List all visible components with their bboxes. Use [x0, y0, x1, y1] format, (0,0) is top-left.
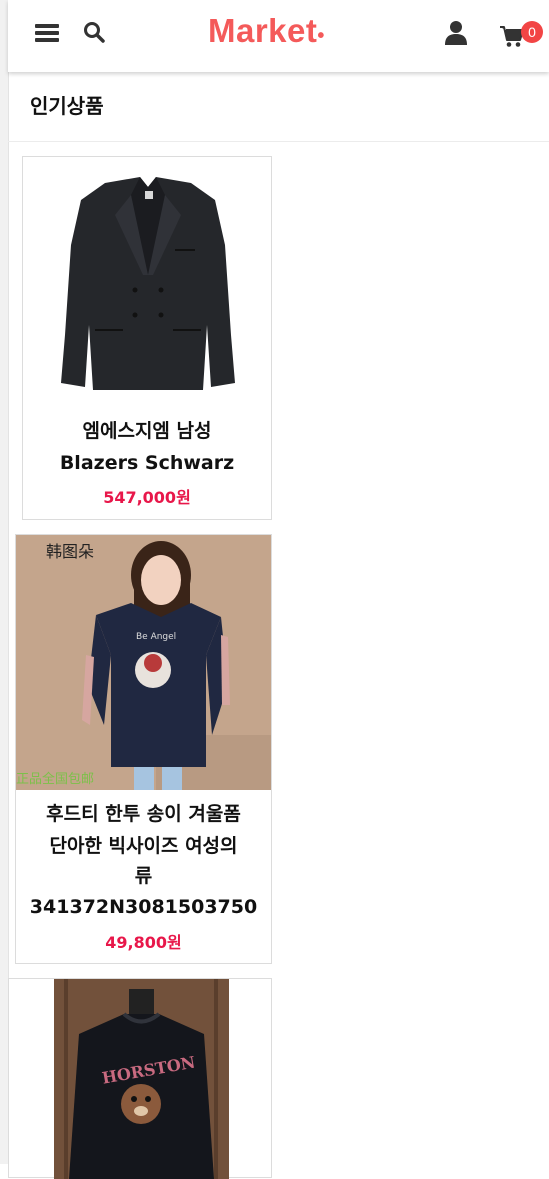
- section-divider: [8, 141, 549, 142]
- user-icon[interactable]: [444, 20, 468, 46]
- product-name-line: 341372N3081503750: [29, 896, 258, 918]
- image-watermark: 韩图朵: [46, 542, 94, 561]
- menu-icon[interactable]: [35, 22, 59, 44]
- market-logo[interactable]: Market•: [208, 12, 325, 50]
- section-title: 인기상품: [30, 94, 104, 118]
- product-name-line: 엠에스지엠 남성: [82, 420, 212, 442]
- product-name-line: 단아한 빅사이즈 여성의: [49, 835, 238, 857]
- product-price: 547,000원: [103, 488, 191, 507]
- product-image-sweatshirt: HORSTON: [54, 979, 229, 1179]
- top-header: Market• 0: [8, 0, 549, 72]
- product-name-line: 류: [134, 865, 153, 887]
- product-name-line: 후드티 한투 송이 겨울폼: [46, 803, 241, 825]
- cart-count-badge: 0: [521, 21, 543, 43]
- product-card[interactable]: 엠에스지엠 남성 Blazers Schwarz 547,000원: [22, 156, 272, 520]
- product-name-line: Blazers Schwarz: [59, 452, 235, 474]
- product-image-blazer: [35, 165, 261, 397]
- product-price: 49,800원: [105, 933, 182, 952]
- search-icon[interactable]: [82, 20, 106, 44]
- image-watermark-bottom: 正品全国包邮: [16, 771, 94, 787]
- product-card[interactable]: HORSTON: [8, 978, 272, 1179]
- product-image-hoodie: Be Angel 韩图朵 正品全国包邮: [16, 535, 271, 790]
- product-card[interactable]: Be Angel 韩图朵 正品全国包邮 후드티 한투 송이 겨울폼 단아한 빅사…: [15, 534, 272, 964]
- svg-text:Be Angel: Be Angel: [136, 632, 176, 642]
